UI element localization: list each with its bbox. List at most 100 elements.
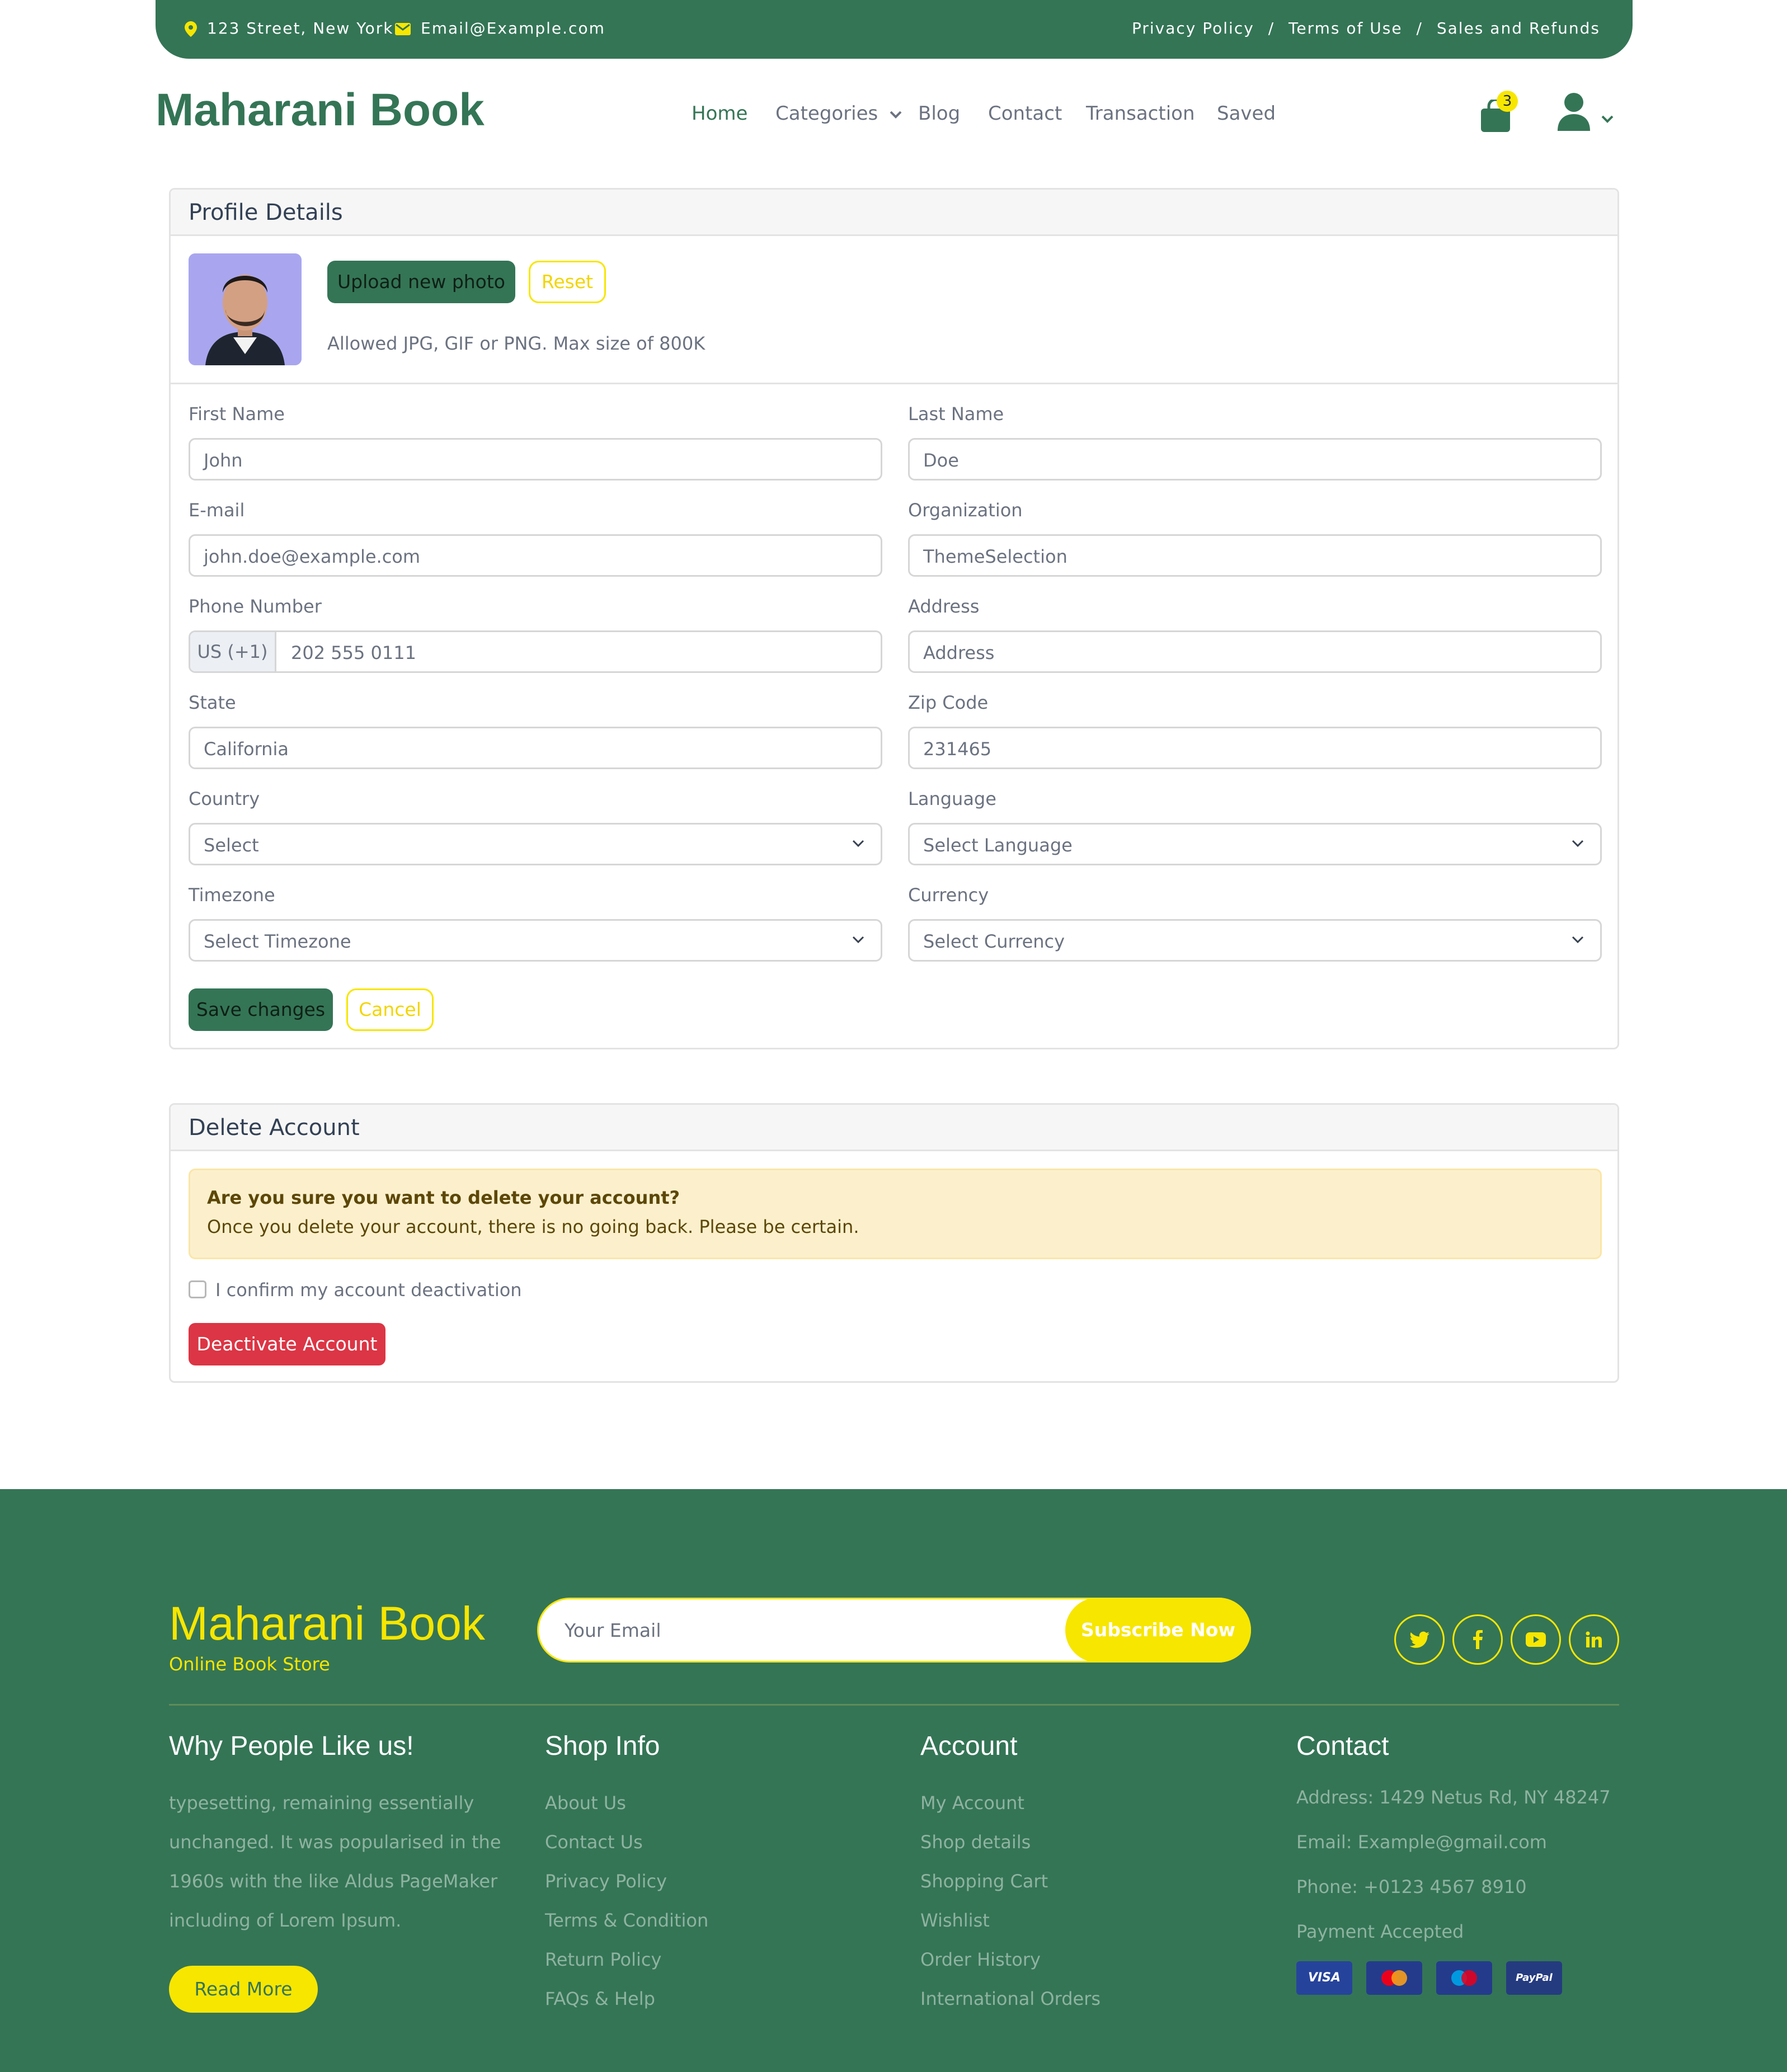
terms-of-use-link[interactable]: Terms of Use <box>1288 19 1403 37</box>
contact-us-link[interactable]: Contact Us <box>545 1831 643 1853</box>
terms-condition-link[interactable]: Terms & Condition <box>545 1910 708 1931</box>
nav-blog[interactable]: Blog <box>918 102 960 125</box>
state-input[interactable]: California <box>189 727 882 769</box>
contact-address: Address: 1429 Netus Rd, NY 48247 <box>1296 1787 1611 1808</box>
privacy-policy-link[interactable]: Privacy Policy <box>1132 19 1254 37</box>
last-name-input[interactable]: Doe <box>908 438 1602 481</box>
phone-input[interactable]: US (+1) 202 555 0111 <box>189 630 882 673</box>
timezone-label: Timezone <box>189 884 275 906</box>
footer-brand[interactable]: Maharani Book <box>169 1597 485 1651</box>
currency-select[interactable]: Select Currency <box>908 919 1602 962</box>
reset-photo-button[interactable]: Reset <box>529 261 606 303</box>
divider <box>171 383 1617 384</box>
contact-heading: Contact <box>1296 1731 1389 1761</box>
photo-hint: Allowed JPG, GIF or PNG. Max size of 800… <box>327 333 706 354</box>
shop-info-heading: Shop Info <box>545 1731 660 1761</box>
maestro-icon <box>1436 1961 1492 1995</box>
read-more-button[interactable]: Read More <box>169 1966 318 2013</box>
zip-code-label: Zip Code <box>908 692 989 713</box>
top-email[interactable]: Email@Example.com <box>395 19 605 37</box>
international-orders-link[interactable]: International Orders <box>920 1988 1101 2009</box>
envelope-icon <box>395 23 411 35</box>
language-select[interactable]: Select Language <box>908 823 1602 865</box>
youtube-button[interactable] <box>1511 1614 1561 1665</box>
profile-details-card: Profile Details Upload new photo Reset A… <box>169 188 1619 1049</box>
save-changes-button[interactable]: Save changes <box>189 988 333 1031</box>
mastercard-icon <box>1366 1961 1422 1995</box>
first-name-label: First Name <box>189 403 285 425</box>
email-label: E-mail <box>189 500 245 521</box>
contact-phone: Phone: +0123 4567 8910 <box>1296 1876 1527 1897</box>
delete-card-header: Delete Account <box>171 1105 1617 1151</box>
paypal-icon: PayPal <box>1506 1961 1562 1995</box>
nav-saved[interactable]: Saved <box>1217 102 1276 125</box>
nav-categories[interactable]: Categories <box>775 102 902 125</box>
zip-code-input[interactable]: 231465 <box>908 727 1602 769</box>
cancel-button[interactable]: Cancel <box>346 988 434 1031</box>
alert-text: Once you delete your account, there is n… <box>207 1216 859 1237</box>
nav-home[interactable]: Home <box>692 102 747 125</box>
faqs-help-link[interactable]: FAQs & Help <box>545 1988 655 2009</box>
chevron-down-icon <box>852 935 865 944</box>
delete-warning-alert: Are you sure you want to delete your acc… <box>189 1169 1602 1259</box>
top-links: Privacy Policy / Terms of Use / Sales an… <box>1131 19 1600 37</box>
return-policy-link[interactable]: Return Policy <box>545 1949 661 1970</box>
chevron-down-icon <box>1571 935 1584 944</box>
about-us-link[interactable]: About Us <box>545 1792 626 1814</box>
organization-input[interactable]: ThemeSelection <box>908 534 1602 577</box>
confirm-deactivation-label: I confirm my account deactivation <box>215 1279 522 1301</box>
cart-button[interactable]: 3 <box>1480 91 1518 133</box>
twitter-button[interactable] <box>1394 1614 1445 1665</box>
nav-contact[interactable]: Contact <box>988 102 1062 125</box>
why-heading: Why People Like us! <box>169 1731 414 1761</box>
footer-tagline: Online Book Store <box>169 1654 330 1675</box>
my-account-link[interactable]: My Account <box>920 1792 1024 1814</box>
account-heading: Account <box>920 1731 1018 1761</box>
map-pin-icon <box>185 21 197 37</box>
timezone-select[interactable]: Select Timezone <box>189 919 882 962</box>
organization-label: Organization <box>908 500 1023 521</box>
currency-label: Currency <box>908 884 989 906</box>
chevron-down-icon <box>852 839 865 848</box>
why-text-line: typesetting, remaining essentially <box>169 1792 474 1814</box>
subscribe-button[interactable]: Subscribe Now <box>1065 1598 1251 1663</box>
state-label: State <box>189 692 236 713</box>
deactivate-account-button[interactable]: Deactivate Account <box>189 1323 385 1365</box>
country-label: Country <box>189 788 260 809</box>
wishlist-link[interactable]: Wishlist <box>920 1910 990 1931</box>
user-menu[interactable] <box>1556 93 1618 133</box>
linkedin-button[interactable] <box>1569 1614 1619 1665</box>
shopping-cart-link[interactable]: Shopping Cart <box>920 1871 1048 1892</box>
why-text-line: unchanged. It was popularised in the <box>169 1831 501 1853</box>
why-text-line: including of Lorem Ipsum. <box>169 1910 402 1931</box>
address-input[interactable]: Address <box>908 630 1602 673</box>
why-text-line: 1960s with the like Aldus PageMaker <box>169 1871 498 1892</box>
contact-email: Email: Example@gmail.com <box>1296 1831 1547 1853</box>
visa-icon: VISA <box>1296 1961 1352 1995</box>
phone-country-prefix: US (+1) <box>190 632 276 671</box>
shop-details-link[interactable]: Shop details <box>920 1831 1031 1853</box>
alert-title: Are you sure you want to delete your acc… <box>207 1187 680 1208</box>
phone-label: Phone Number <box>189 596 322 617</box>
user-icon <box>1556 93 1591 131</box>
address-label: Address <box>908 596 980 617</box>
last-name-label: Last Name <box>908 403 1004 425</box>
country-select[interactable]: Select <box>189 823 882 865</box>
sales-refunds-link[interactable]: Sales and Refunds <box>1437 19 1600 37</box>
top-address: 123 Street, New York <box>185 19 393 37</box>
cart-count-badge: 3 <box>1497 91 1518 112</box>
payment-accepted-label: Payment Accepted <box>1296 1921 1464 1942</box>
chevron-down-icon <box>890 111 902 119</box>
privacy-policy-link[interactable]: Privacy Policy <box>545 1871 667 1892</box>
delete-account-card: Delete Account Are you sure you want to … <box>169 1103 1619 1383</box>
chevron-down-icon <box>1601 115 1614 123</box>
email-input[interactable]: john.doe@example.com <box>189 534 882 577</box>
language-label: Language <box>908 788 996 809</box>
facebook-button[interactable] <box>1452 1614 1503 1665</box>
order-history-link[interactable]: Order History <box>920 1949 1041 1970</box>
brand-logo[interactable]: Maharani Book <box>156 84 485 136</box>
first-name-input[interactable]: John <box>189 438 882 481</box>
confirm-deactivation-checkbox[interactable] <box>189 1280 206 1298</box>
upload-photo-button[interactable]: Upload new photo <box>327 261 515 303</box>
nav-transaction[interactable]: Transaction <box>1086 102 1195 125</box>
